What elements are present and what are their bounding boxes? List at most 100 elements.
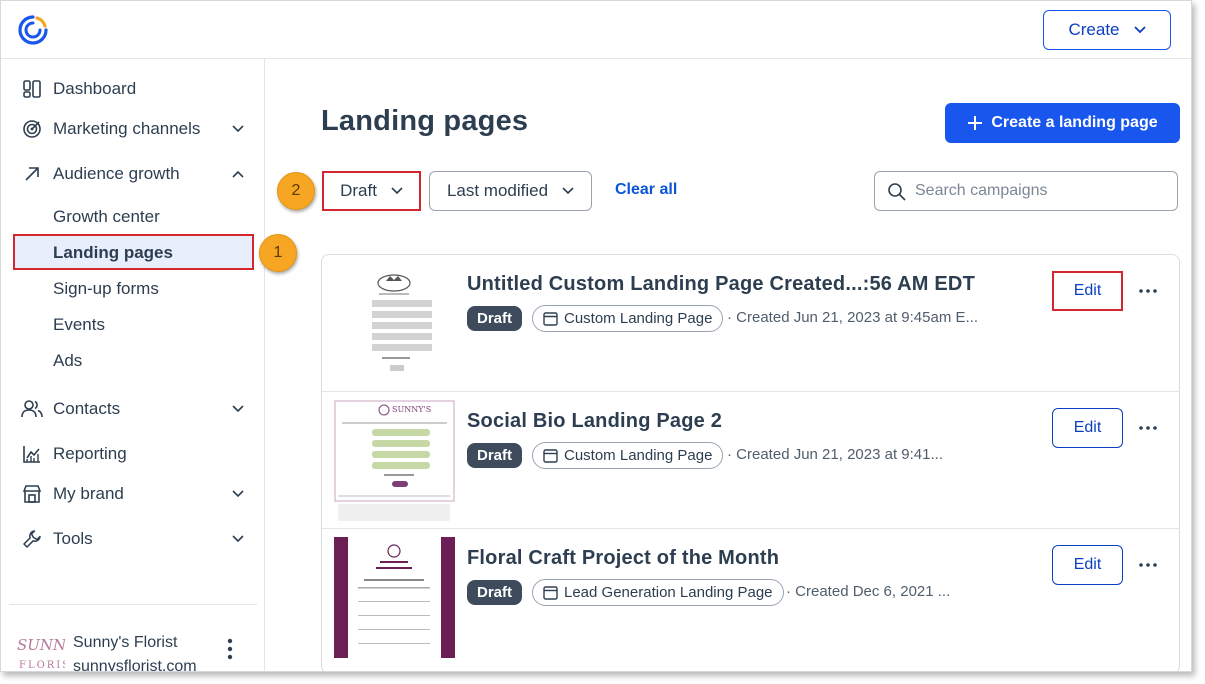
browser-window-icon (543, 448, 558, 463)
sidebar-subitem-ads[interactable]: Ads (53, 349, 82, 373)
created-text: Created Dec 6, 2021 ... (795, 583, 951, 600)
list-item: Floral Craft Project of the Month Draft … (322, 529, 1179, 666)
sidebar-item-audience-growth[interactable]: Audience growth (21, 159, 249, 189)
sidebar-item-label: My brand (53, 484, 124, 503)
sidebar-item-tools[interactable]: Tools (21, 524, 249, 554)
list-item: Untitled Custom Landing Page Created...:… (322, 255, 1179, 392)
sort-dropdown[interactable]: Last modified (429, 171, 592, 211)
app-window: Create Dashboard Marketing channels Audi… (0, 0, 1192, 672)
landing-page-title[interactable]: Social Bio Landing Page 2 (467, 410, 722, 433)
arrow-up-right-icon (21, 163, 43, 185)
dashboard-icon (21, 78, 43, 100)
more-horizontal-icon[interactable] (1137, 418, 1159, 438)
status-badge: Draft (467, 580, 522, 605)
edit-button[interactable]: Edit (1052, 408, 1123, 448)
create-label: Create (1068, 20, 1120, 39)
created-timestamp: · Created Dec 6, 2021 ... (786, 583, 951, 600)
sidebar-subitem-sign-up-forms[interactable]: Sign-up forms (53, 277, 159, 301)
chevron-down-icon (232, 490, 244, 498)
edit-button[interactable]: Edit (1052, 545, 1123, 585)
storefront-icon (21, 483, 43, 505)
chevron-down-icon (562, 187, 574, 195)
sidebar-item-label: Tools (53, 529, 93, 548)
created-timestamp: · Created Jun 21, 2023 at 9:45am E... (727, 309, 978, 326)
svg-text:FLORIST: FLORIST (19, 660, 65, 671)
page-type-label: Custom Landing Page (564, 310, 713, 327)
list-item: SUNNY'S Social Bio Landing Page 2 Draft … (322, 392, 1179, 529)
more-horizontal-icon[interactable] (1137, 281, 1159, 301)
sidebar-item-label: Contacts (53, 399, 121, 418)
plus-icon (968, 116, 983, 130)
sidebar-item-contacts[interactable]: Contacts (21, 394, 249, 424)
chevron-down-icon (1133, 26, 1146, 34)
chevron-down-icon (232, 535, 244, 543)
more-vertical-icon[interactable] (225, 638, 235, 660)
search-icon (888, 183, 906, 201)
sunnys-florist-logo-icon: SUNNY'S FLORIST (17, 636, 65, 671)
sidebar-item-label: Marketing channels (53, 119, 201, 138)
sidebar-item-my-brand[interactable]: My brand (21, 479, 249, 509)
landing-page-thumbnail[interactable] (334, 263, 455, 384)
sidebar-subitem-label: Ads (53, 351, 83, 370)
sidebar-divider (9, 604, 257, 605)
search-input[interactable] (915, 180, 1165, 202)
top-bar: Create (1, 1, 1191, 59)
created-text: Created Jun 21, 2023 at 9:45am E... (736, 309, 978, 326)
sidebar-item-label: Audience growth (53, 164, 180, 183)
sidebar-item-label: Dashboard (53, 79, 137, 98)
chevron-down-icon (232, 125, 244, 133)
account-url: sunnysflorist.com (73, 658, 197, 672)
sidebar-item-reporting[interactable]: Reporting (21, 439, 249, 469)
sidebar-subitem-label: Landing pages (53, 243, 173, 262)
sidebar-subitem-label: Events (53, 315, 105, 334)
status-badge: Draft (467, 443, 522, 468)
step-badge-1: 1 (259, 234, 297, 272)
sidebar-subitem-landing-pages[interactable]: Landing pages (53, 241, 173, 265)
status-filter-dropdown[interactable]: Draft (322, 171, 421, 211)
page-type-label: Lead Generation Landing Page (564, 584, 773, 601)
sidebar-item-marketing-channels[interactable]: Marketing channels (21, 114, 249, 144)
wrench-icon (21, 528, 43, 550)
page-type-label: Custom Landing Page (564, 447, 713, 464)
create-landing-page-button[interactable]: Create a landing page (945, 103, 1180, 143)
chevron-down-icon (391, 187, 403, 195)
clear-all-link[interactable]: Clear all (615, 181, 677, 199)
landing-page-title[interactable]: Untitled Custom Landing Page Created...:… (467, 273, 975, 296)
create-landing-page-label: Create a landing page (991, 114, 1158, 131)
status-badge: Draft (467, 306, 522, 331)
sidebar-item-dashboard[interactable]: Dashboard (21, 74, 249, 104)
reporting-chart-icon (21, 443, 43, 465)
target-icon (21, 118, 43, 140)
browser-window-icon (543, 585, 558, 600)
landing-page-list: Untitled Custom Landing Page Created...:… (321, 254, 1180, 671)
more-horizontal-icon[interactable] (1137, 555, 1159, 575)
created-text: Created Jun 21, 2023 at 9:41... (736, 446, 943, 463)
sidebar-subitem-events[interactable]: Events (53, 313, 105, 337)
chevron-up-icon (232, 170, 244, 178)
step-badge-2: 2 (277, 172, 315, 210)
page-type-tag: Custom Landing Page (532, 442, 724, 469)
status-filter-label: Draft (340, 181, 377, 200)
landing-page-thumbnail[interactable] (334, 537, 455, 658)
constant-contact-logo-icon[interactable] (17, 14, 49, 46)
page-type-tag: Custom Landing Page (532, 305, 724, 332)
search-box (874, 171, 1178, 211)
sidebar-subitem-growth-center[interactable]: Growth center (53, 205, 160, 229)
svg-text:SUNNY'S: SUNNY'S (392, 405, 431, 414)
edit-button[interactable]: Edit (1052, 271, 1123, 311)
created-timestamp: · Created Jun 21, 2023 at 9:41... (727, 446, 943, 463)
sort-label: Last modified (446, 181, 549, 200)
account-name: Sunny's Florist (73, 634, 178, 651)
contacts-icon (21, 398, 43, 420)
sidebar: Dashboard Marketing channels Audience gr… (1, 59, 265, 672)
landing-page-thumbnail[interactable]: SUNNY'S (334, 400, 455, 521)
svg-text:SUNNY'S: SUNNY'S (17, 636, 65, 654)
page-title: Landing pages (321, 105, 529, 137)
sidebar-subitem-label: Sign-up forms (53, 279, 159, 298)
landing-page-title[interactable]: Floral Craft Project of the Month (467, 547, 779, 570)
chevron-down-icon (232, 405, 244, 413)
account-switcher[interactable]: SUNNY'S FLORIST Sunny's Florist sunnysfl… (15, 632, 255, 672)
sidebar-subitem-label: Growth center (53, 207, 160, 226)
browser-window-icon (543, 311, 558, 326)
create-dropdown-button[interactable]: Create (1043, 10, 1171, 50)
